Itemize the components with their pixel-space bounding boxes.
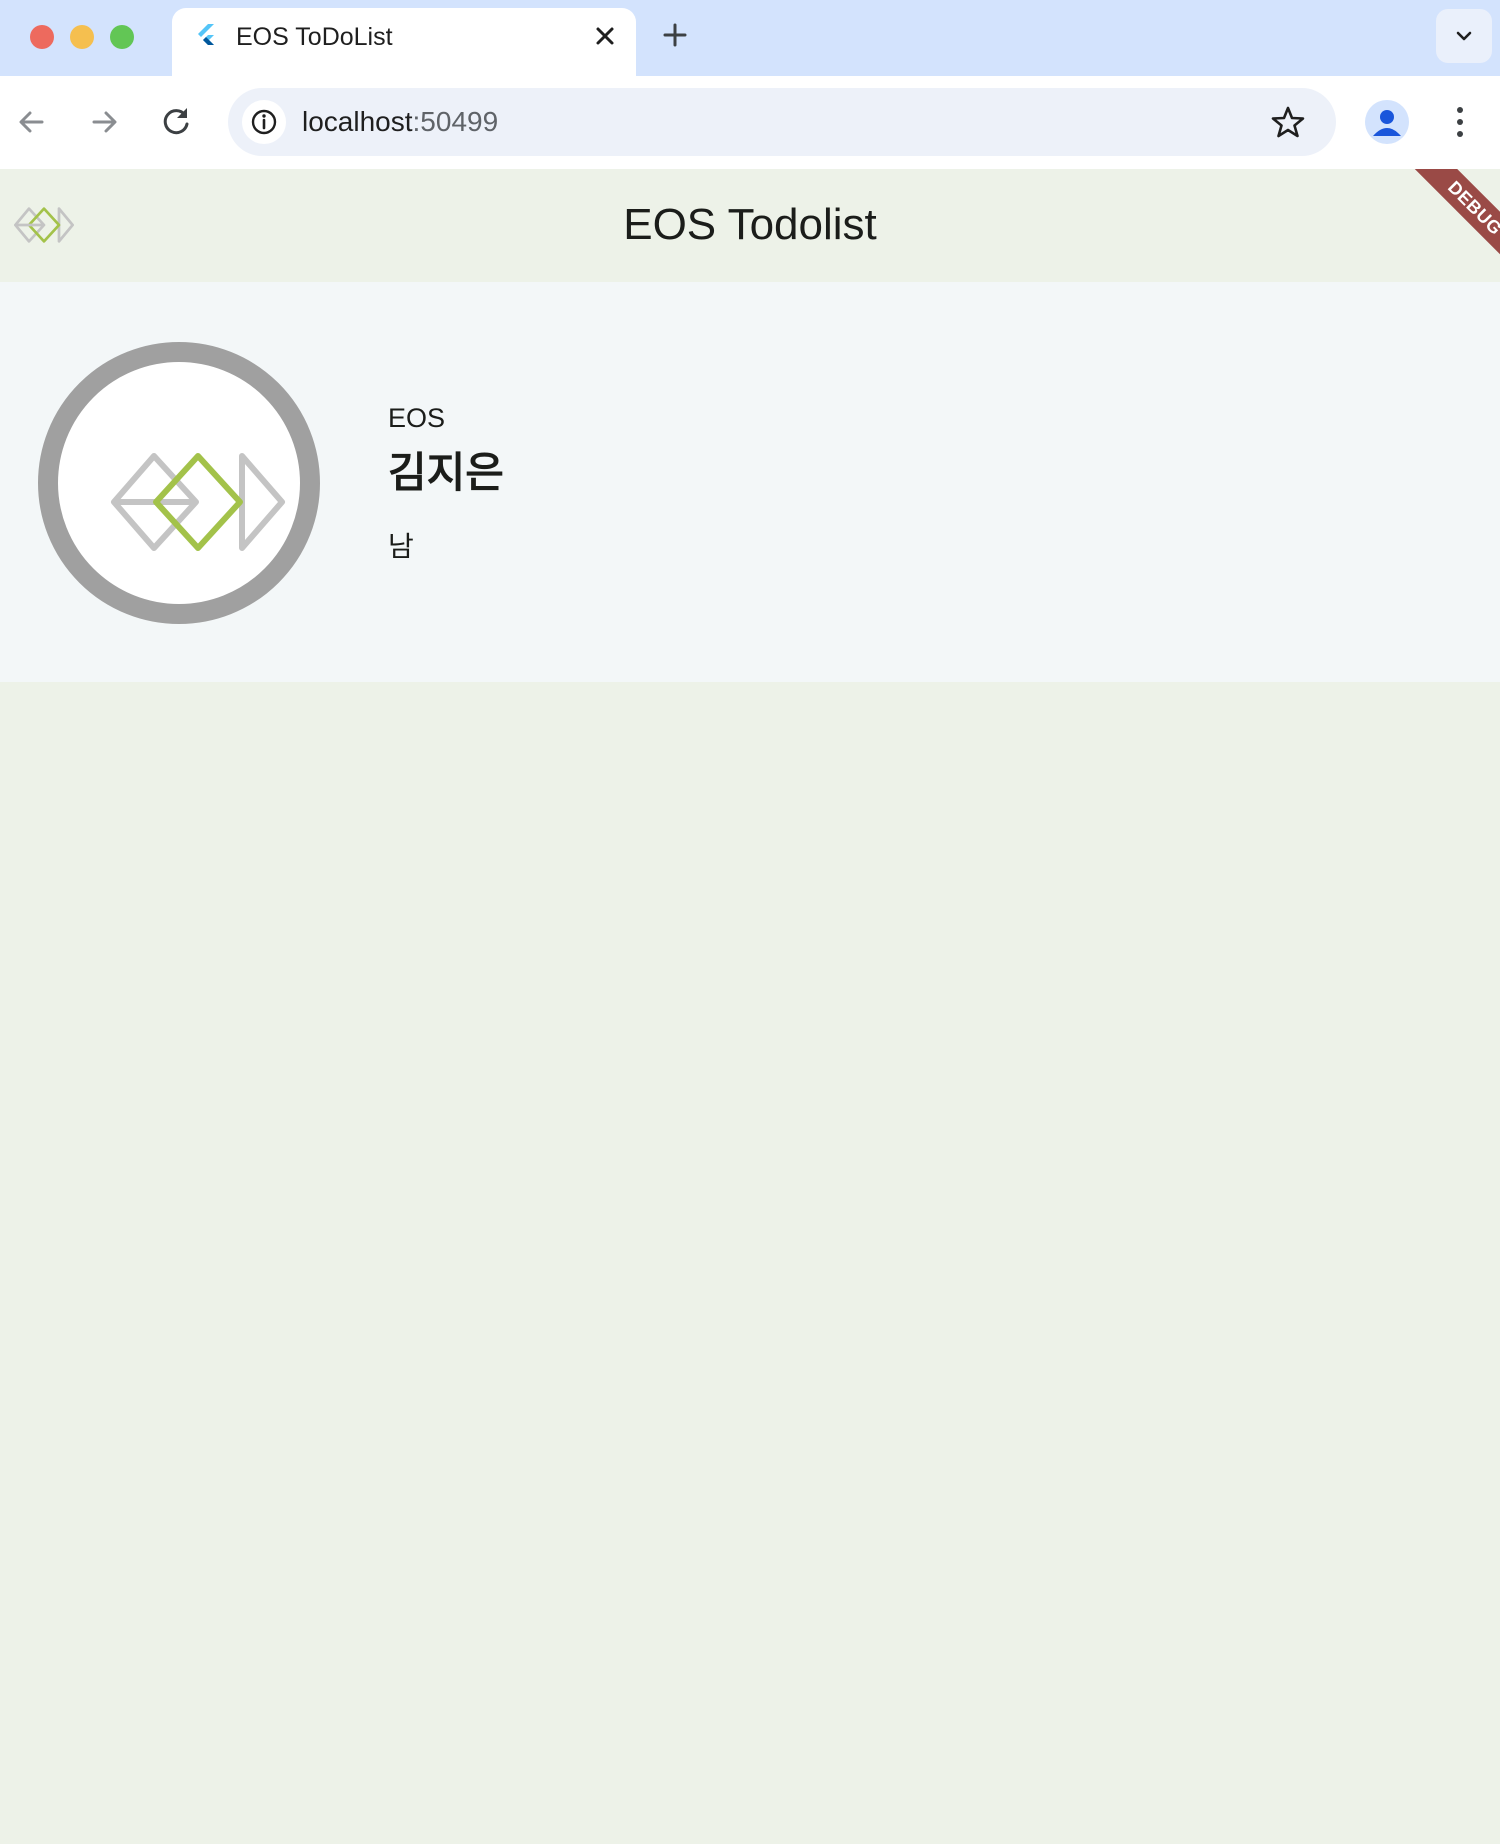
info-icon <box>251 109 277 135</box>
person-icon <box>1373 110 1401 136</box>
star-icon[interactable] <box>1270 104 1306 140</box>
arrow-right-icon[interactable] <box>82 100 126 144</box>
kebab-menu-icon[interactable] <box>1446 100 1474 144</box>
app-bar: EOS Todolist <box>0 169 1500 282</box>
browser-toolbar: localhost:50499 <box>0 76 1500 170</box>
tab-search-button[interactable] <box>1436 9 1492 63</box>
flutter-icon <box>198 24 214 45</box>
app-title: EOS Todolist <box>623 200 877 249</box>
arrow-left-icon[interactable] <box>10 100 54 144</box>
plus-icon[interactable] <box>660 20 690 50</box>
close-window-button[interactable] <box>30 25 54 49</box>
close-icon[interactable] <box>590 21 620 51</box>
content-area <box>0 682 1500 1844</box>
avatar <box>38 342 320 624</box>
site-info-button[interactable] <box>242 100 286 144</box>
debug-banner-label: DEBUG <box>1404 169 1500 279</box>
profile-button[interactable] <box>1365 100 1409 144</box>
address-bar[interactable]: localhost:50499 <box>228 88 1336 156</box>
url-text[interactable]: localhost:50499 <box>302 106 498 138</box>
browser-tab[interactable]: EOS ToDoList <box>172 8 636 76</box>
url-host: localhost <box>302 106 413 137</box>
eos-logo-icon <box>111 453 285 551</box>
user-name: 김지은 <box>388 449 504 496</box>
profile-card: EOS 김지은 남 <box>0 282 1500 682</box>
tab-strip: EOS ToDoList <box>0 0 1500 76</box>
browser-chrome: EOS ToDoList localhost:50499 <box>0 0 1500 170</box>
reload-icon[interactable] <box>154 100 198 144</box>
user-gender: 남 <box>388 531 414 562</box>
debug-banner: DEBUG <box>1380 169 1500 289</box>
organization-label: EOS <box>388 403 446 433</box>
chevron-down-icon <box>1456 31 1472 41</box>
tab-title: EOS ToDoList <box>236 23 393 51</box>
url-port: :50499 <box>412 106 499 137</box>
maximize-window-button[interactable] <box>110 25 134 49</box>
minimize-window-button[interactable] <box>70 25 94 49</box>
